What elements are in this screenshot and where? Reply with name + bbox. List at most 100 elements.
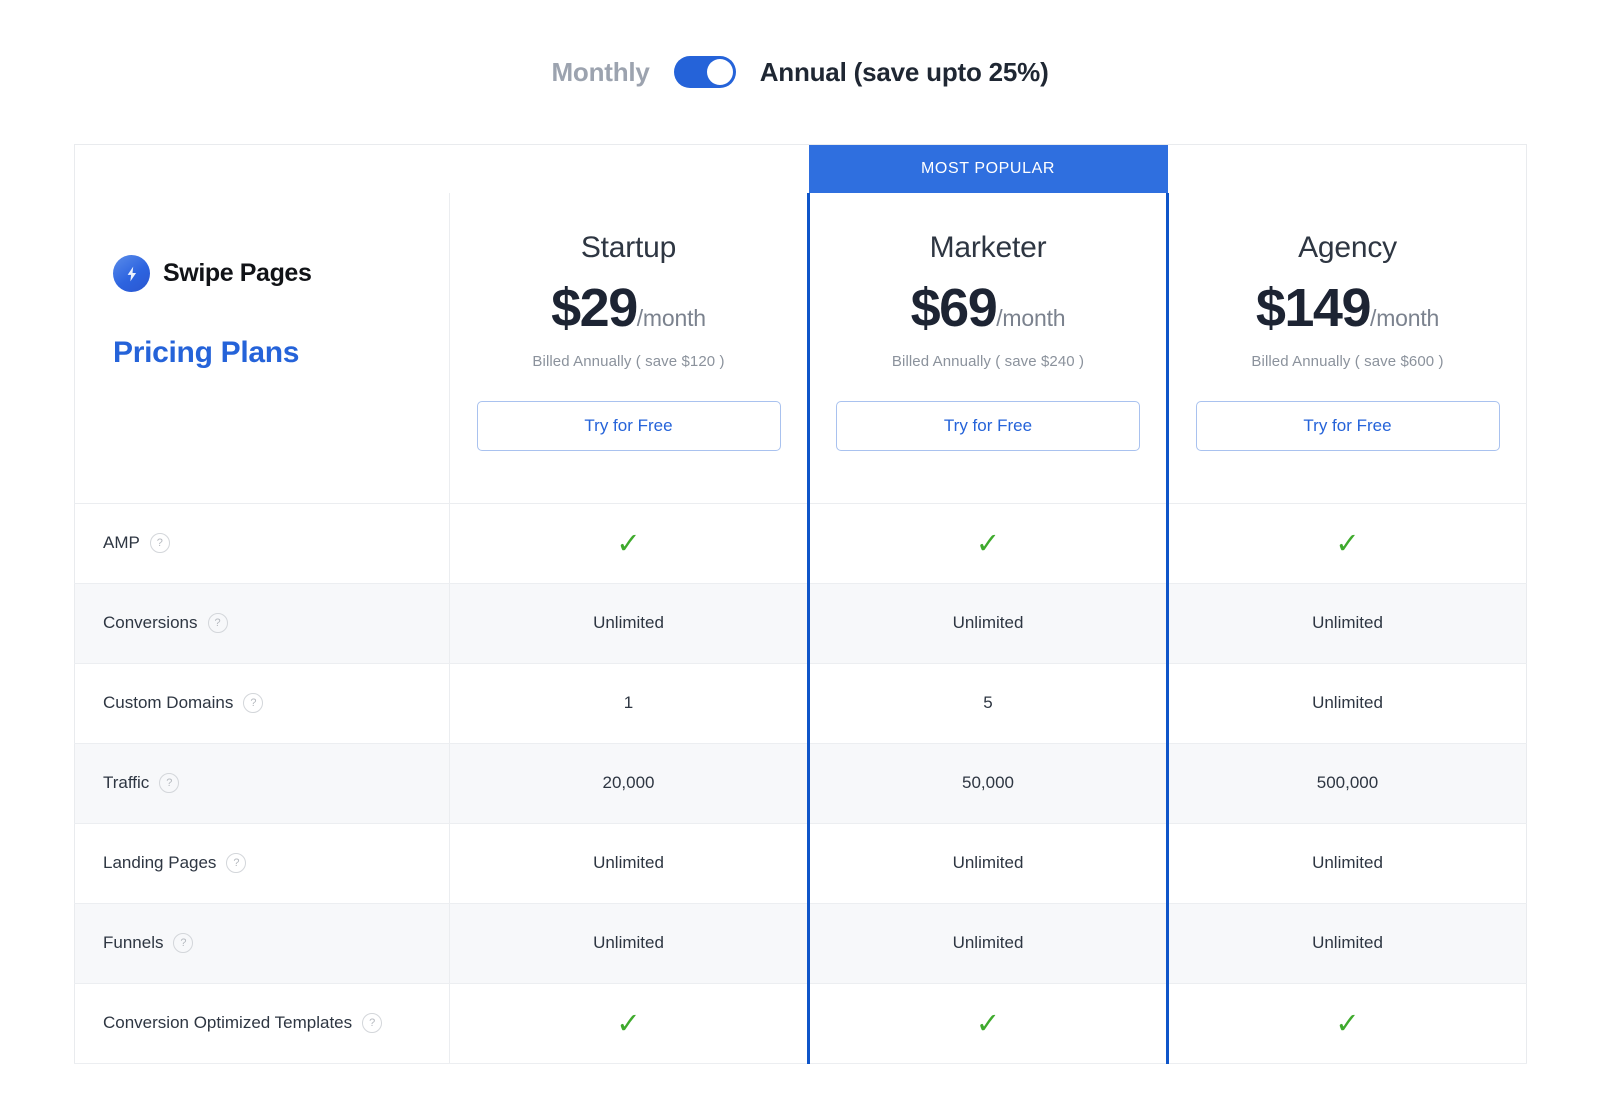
feature-label: Traffic xyxy=(103,773,150,792)
feature-label-group: Traffic? xyxy=(103,773,180,793)
table-row: Conversions? Unlimited Unlimited Unlimited xyxy=(74,583,1527,664)
try-for-free-button-startup[interactable]: Try for Free xyxy=(476,401,781,451)
feature-label-group: Conversion Optimized Templates? xyxy=(103,1013,383,1033)
plan-price-marketer: $69/month xyxy=(810,281,1166,335)
toggle-knob xyxy=(706,59,733,85)
feature-value-marketer: ✓ xyxy=(807,503,1169,584)
most-popular-badge: MOST POPULAR xyxy=(808,145,1168,193)
feature-value-text: Unlimited xyxy=(593,933,664,952)
billing-toggle-bar: Monthly Annual (save upto 25%) xyxy=(0,0,1600,144)
feature-value-marketer: Unlimited xyxy=(807,823,1169,904)
feature-label: Custom Domains xyxy=(103,693,234,712)
table-row: Traffic? 20,000 50,000 500,000 xyxy=(74,743,1527,824)
help-icon[interactable]: ? xyxy=(149,533,170,553)
feature-name-cell: Landing Pages? xyxy=(74,823,450,904)
feature-value-text: Unlimited xyxy=(1312,693,1383,712)
plan-price-startup: $29/month xyxy=(450,281,807,335)
feature-value-text: Unlimited xyxy=(593,613,664,632)
feature-value-startup: Unlimited xyxy=(449,903,809,984)
pricing-table: MOST POPULAR Swipe Pages Pricing Plans S… xyxy=(74,144,1527,1064)
banner-spacer-agency xyxy=(1168,145,1527,194)
feature-value-text: Unlimited xyxy=(952,613,1024,632)
feature-value-text: 5 xyxy=(983,693,993,712)
feature-label: Funnels xyxy=(103,933,164,952)
help-icon[interactable]: ? xyxy=(159,773,180,793)
feature-value-marketer: 5 xyxy=(807,663,1169,744)
feature-name-cell: AMP? xyxy=(74,503,450,584)
feature-name-cell: Conversion Optimized Templates? xyxy=(74,983,450,1064)
page-title: Pricing Plans xyxy=(113,336,300,369)
plan-amount-marketer: $69 xyxy=(910,278,998,338)
feature-value-agency: Unlimited xyxy=(1167,663,1527,744)
table-row: AMP? ✓ ✓ ✓ xyxy=(74,503,1527,584)
feature-value-text: 1 xyxy=(623,693,634,712)
feature-value-marketer: ✓ xyxy=(807,983,1169,1064)
feature-value-agency: ✓ xyxy=(1167,503,1527,584)
plan-name-marketer: Marketer xyxy=(929,231,1047,264)
help-icon[interactable]: ? xyxy=(226,853,247,873)
feature-value-text: 20,000 xyxy=(602,773,655,792)
plan-column-agency: Agency $149/month Billed Annually ( save… xyxy=(1167,193,1527,504)
plan-card-marketer: Marketer $69/month Billed Annually ( sav… xyxy=(810,193,1166,451)
feature-label-group: AMP? xyxy=(103,533,170,553)
help-icon[interactable]: ? xyxy=(362,1013,383,1033)
popular-banner-row: MOST POPULAR xyxy=(75,145,1527,194)
feature-name-cell: Funnels? xyxy=(74,903,450,984)
feature-value-marketer: Unlimited xyxy=(807,903,1169,984)
feature-label: Conversions xyxy=(103,613,198,632)
feature-value-text: 50,000 xyxy=(962,773,1014,792)
help-icon[interactable]: ? xyxy=(243,693,264,713)
plan-column-startup: Startup $29/month Billed Annually ( save… xyxy=(449,193,809,504)
pricing-table-wrapper: MOST POPULAR Swipe Pages Pricing Plans S… xyxy=(74,144,1527,1064)
plan-price-agency: $149/month xyxy=(1169,281,1526,335)
feature-value-startup: Unlimited xyxy=(449,823,809,904)
try-for-free-button-agency[interactable]: Try for Free xyxy=(1195,401,1500,451)
feature-value-text: Unlimited xyxy=(952,933,1024,952)
feature-value-text: Unlimited xyxy=(1312,853,1383,872)
feature-name-cell: Traffic? xyxy=(74,743,450,824)
banner-spacer-startup xyxy=(450,145,809,194)
try-for-free-button-marketer[interactable]: Try for Free xyxy=(836,401,1140,451)
billing-period-toggle[interactable] xyxy=(673,56,736,88)
feature-label: Landing Pages xyxy=(103,853,217,872)
feature-value-text: Unlimited xyxy=(593,853,664,872)
billing-annual-label[interactable]: Annual (save upto 25%) xyxy=(760,57,1049,88)
feature-value-agency: Unlimited xyxy=(1167,583,1527,664)
help-icon[interactable]: ? xyxy=(207,613,228,633)
check-icon: ✓ xyxy=(975,525,1001,560)
plan-period-agency: /month xyxy=(1370,305,1440,331)
feature-value-marketer: Unlimited xyxy=(807,583,1169,664)
feature-value-startup: 20,000 xyxy=(449,743,809,824)
feature-name-cell: Conversions? xyxy=(74,583,450,664)
plan-billed-note-agency: Billed Annually ( save $600 ) xyxy=(1251,353,1444,370)
feature-value-text: Unlimited xyxy=(1312,613,1383,632)
feature-label-group: Custom Domains? xyxy=(103,693,264,713)
check-icon: ✓ xyxy=(1335,1005,1360,1040)
plan-name-startup: Startup xyxy=(580,231,677,264)
feature-value-agency: ✓ xyxy=(1167,983,1527,1064)
brand-lockup: Swipe Pages xyxy=(113,255,449,292)
plan-amount-agency: $149 xyxy=(1255,278,1372,338)
feature-value-text: Unlimited xyxy=(952,853,1024,872)
feature-value-marketer: 50,000 xyxy=(807,743,1169,824)
plan-column-marketer: Marketer $69/month Billed Annually ( sav… xyxy=(807,193,1169,504)
plan-billed-note-marketer: Billed Annually ( save $240 ) xyxy=(891,353,1085,370)
table-row: Funnels? Unlimited Unlimited Unlimited xyxy=(74,903,1527,984)
feature-value-text: 500,000 xyxy=(1316,773,1379,792)
brand-cell: Swipe Pages Pricing Plans xyxy=(74,193,450,504)
table-row: Landing Pages? Unlimited Unlimited Unlimite… xyxy=(74,823,1527,904)
brand-name: Swipe Pages xyxy=(163,259,312,287)
feature-value-startup: 1 xyxy=(449,663,809,744)
check-icon: ✓ xyxy=(616,525,641,560)
plan-amount-startup: $29 xyxy=(551,278,638,338)
table-row: Conversion Optimized Templates? ✓ ✓ ✓ xyxy=(74,983,1527,1064)
table-row: Custom Domains? 1 5 Unlimited xyxy=(74,663,1527,744)
billing-monthly-label[interactable]: Monthly xyxy=(551,57,649,88)
plan-billed-note-startup: Billed Annually ( save $120 ) xyxy=(532,353,725,370)
help-icon[interactable]: ? xyxy=(173,933,194,953)
feature-value-agency: Unlimited xyxy=(1167,903,1527,984)
feature-label-group: Conversions? xyxy=(103,613,228,633)
plan-card-agency: Agency $149/month Billed Annually ( save… xyxy=(1169,193,1526,451)
most-popular-banner-cell: MOST POPULAR xyxy=(808,145,1168,193)
plan-header-row: Swipe Pages Pricing Plans Startup $29/mo… xyxy=(74,193,1527,504)
